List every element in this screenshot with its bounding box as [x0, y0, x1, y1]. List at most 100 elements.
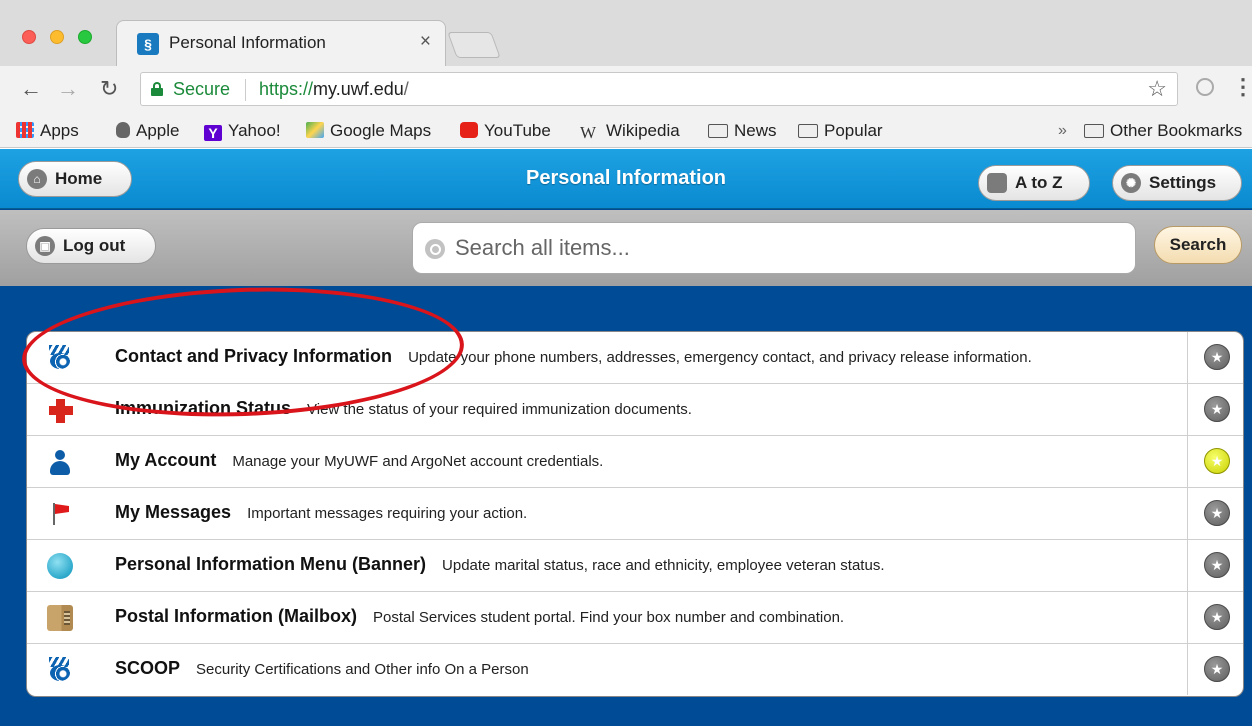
reload-icon[interactable]: ↻ [100, 76, 118, 102]
item-description: Update your phone numbers, addresses, em… [408, 349, 1032, 366]
bookmark-star-icon[interactable]: ☆ [1147, 76, 1167, 102]
star-icon: ★ [1204, 396, 1230, 422]
url-text[interactable]: https://my.uwf.edu/ [259, 79, 409, 100]
apple-icon [116, 122, 130, 138]
settings-button[interactable]: ✺ Settings [1112, 165, 1242, 201]
item-description: Update marital status, race and ethnicit… [442, 557, 885, 574]
bookmark-wikipedia[interactable]: W Wikipedia [580, 121, 680, 142]
globe-icon [47, 553, 73, 579]
list-item: SCOOP Security Certifications and Other i… [27, 644, 1243, 696]
favorite-toggle[interactable]: ★ [1187, 384, 1243, 435]
list-item: Personal Information Menu (Banner) Update… [27, 540, 1243, 592]
bookmark-label: Other Bookmarks [1110, 121, 1243, 140]
browser-tab[interactable]: § Personal Information × [116, 20, 446, 66]
search-button[interactable]: Search [1154, 226, 1242, 264]
url-host: my.uwf.edu [313, 79, 404, 99]
list-item: Immunization Status View the status of yo… [27, 384, 1243, 436]
bookmarks-bar: Apps Apple Y Yahoo! Google Maps YouTube W… [0, 114, 1252, 148]
a-to-z-icon [987, 173, 1007, 193]
bookmark-folder-popular[interactable]: Popular [798, 121, 883, 141]
item-description: Manage your MyUWF and ArgoNet account cr… [232, 453, 604, 470]
item-link-contact-privacy[interactable]: Contact and Privacy Information Update yo… [27, 332, 1187, 383]
favorite-toggle[interactable]: ★ [1187, 436, 1243, 487]
bookmark-folder-news[interactable]: News [708, 121, 777, 141]
star-icon: ★ [1204, 448, 1230, 474]
tab-title: Personal Information [169, 33, 326, 52]
item-link-my-account[interactable]: My Account Manage your MyUWF and ArgoNet … [27, 436, 1187, 487]
item-link-scoop[interactable]: SCOOP Security Certifications and Other i… [27, 644, 1187, 695]
item-link-postal-info[interactable]: Postal Information (Mailbox) Postal Servi… [27, 592, 1187, 643]
extension-icon[interactable] [1196, 78, 1214, 96]
back-arrow-icon[interactable]: ← [20, 76, 42, 102]
item-title: My Messages Important messages requiring … [115, 502, 527, 523]
item-link-immunization[interactable]: Immunization Status View the status of yo… [27, 384, 1187, 435]
favorite-toggle[interactable]: ★ [1187, 332, 1243, 383]
browser-menu-icon[interactable]: ⋮ [1232, 74, 1252, 100]
bookmark-folder-other[interactable]: Other Bookmarks [1084, 121, 1242, 141]
flag-icon [47, 501, 73, 527]
items-list: Contact and Privacy Information Update yo… [26, 331, 1244, 697]
folder-icon [708, 124, 728, 138]
item-title-text: My Messages [115, 502, 232, 522]
bookmark-apple[interactable]: Apple [116, 121, 179, 141]
lock-icon: ▣ [35, 236, 55, 256]
tab-close-icon[interactable]: × [420, 31, 431, 53]
item-title: SCOOP Security Certifications and Other i… [115, 658, 529, 679]
favorite-toggle[interactable]: ★ [1187, 592, 1243, 643]
search-box[interactable] [412, 222, 1136, 274]
app-header: ⌂ Home Personal Information A to Z ✺ Set… [0, 149, 1252, 209]
forward-arrow-icon[interactable]: → [57, 76, 79, 102]
youtube-icon [460, 122, 478, 138]
bookmark-yahoo[interactable]: Y Yahoo! [204, 121, 281, 141]
item-link-personal-info-menu[interactable]: Personal Information Menu (Banner) Update… [27, 540, 1187, 591]
shell-logo-icon [47, 657, 73, 683]
item-title: My Account Manage your MyUWF and ArgoNet … [115, 450, 603, 471]
bookmark-apps[interactable]: Apps [16, 121, 79, 141]
minimize-window-button[interactable] [50, 30, 64, 44]
bookmark-youtube[interactable]: YouTube [460, 121, 551, 141]
search-input[interactable] [455, 233, 1115, 263]
logout-label: Log out [63, 236, 126, 255]
list-item: Contact and Privacy Information Update yo… [27, 332, 1243, 384]
new-tab-button[interactable] [447, 32, 501, 58]
close-window-button[interactable] [22, 30, 36, 44]
item-title-text: Postal Information (Mailbox) [115, 606, 358, 626]
google-maps-icon [306, 122, 324, 138]
settings-label: Settings [1149, 173, 1217, 192]
divider [245, 79, 246, 101]
favorite-toggle[interactable]: ★ [1187, 644, 1243, 695]
item-title-text: My Account [115, 450, 217, 470]
zoom-window-button[interactable] [78, 30, 92, 44]
item-description: Security Certifications and Other info O… [196, 661, 529, 678]
item-link-my-messages[interactable]: My Messages Important messages requiring … [27, 488, 1187, 539]
item-title-text: Personal Information Menu (Banner) [115, 554, 427, 574]
item-title: Contact and Privacy Information Update yo… [115, 346, 1032, 367]
secure-label: Secure [173, 79, 231, 99]
wikipedia-icon: W [580, 123, 597, 142]
item-title-text: Contact and Privacy Information [115, 346, 393, 366]
address-bar[interactable]: Secure https://my.uwf.edu/ ☆ [140, 72, 1178, 106]
bookmark-label: News [734, 121, 777, 140]
a-to-z-button[interactable]: A to Z [978, 165, 1090, 201]
item-title-text: SCOOP [115, 658, 181, 678]
bookmark-label: Apple [136, 121, 180, 140]
logout-button[interactable]: ▣ Log out [26, 228, 156, 264]
item-title: Personal Information Menu (Banner) Update… [115, 554, 884, 575]
favorite-toggle[interactable]: ★ [1187, 540, 1243, 591]
favorite-toggle[interactable]: ★ [1187, 488, 1243, 539]
url-scheme: https:// [259, 79, 314, 99]
user-icon [47, 449, 73, 475]
item-title: Postal Information (Mailbox) Postal Servi… [115, 606, 844, 627]
item-description: View the status of your required immuniz… [307, 401, 692, 418]
bookmark-google-maps[interactable]: Google Maps [306, 121, 431, 141]
item-description: Important messages requiring your action… [247, 505, 528, 522]
bookmark-label: Wikipedia [606, 121, 680, 140]
bookmark-label: Yahoo! [228, 121, 281, 140]
lock-icon [151, 82, 163, 96]
star-icon: ★ [1204, 656, 1230, 682]
list-item: My Account Manage your MyUWF and ArgoNet … [27, 436, 1243, 488]
star-icon: ★ [1204, 604, 1230, 630]
more-bookmarks-chevron-icon[interactable]: » [1058, 122, 1067, 140]
list-item: Postal Information (Mailbox) Postal Servi… [27, 592, 1243, 644]
bookmark-label: Apps [40, 121, 79, 140]
